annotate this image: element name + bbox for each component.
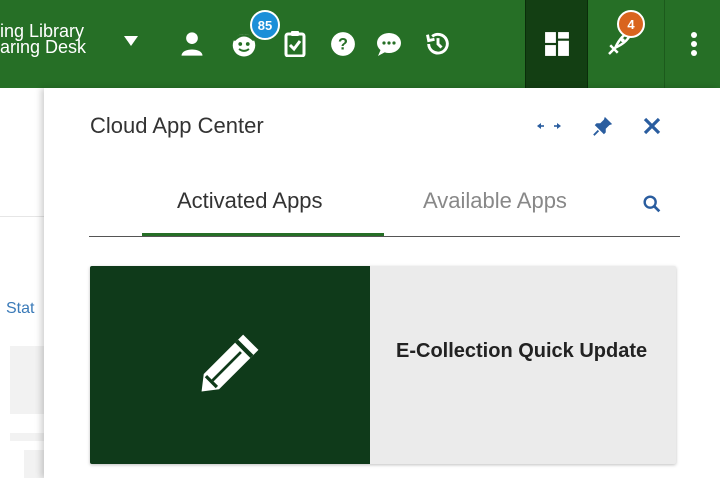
- app-card[interactable]: E-Collection Quick Update: [90, 266, 676, 464]
- cloud-app-center-panel: Cloud App Center Activated Apps Availabl…: [44, 88, 720, 478]
- top-bar: ing Library aring Desk 85 ? 4: [0, 0, 720, 88]
- close-icon[interactable]: [638, 112, 666, 140]
- pin-icon[interactable]: [589, 112, 617, 140]
- layout-icon: [539, 26, 575, 62]
- tab-activated-apps[interactable]: Activated Apps: [177, 188, 323, 214]
- panel-title: Cloud App Center: [90, 113, 264, 138]
- history-icon[interactable]: [420, 26, 456, 62]
- app-thumbnail: [90, 266, 370, 464]
- tab-available-apps[interactable]: Available Apps: [423, 188, 567, 214]
- notifications-badge: 4: [617, 10, 645, 38]
- tasks-badge: 85: [250, 10, 280, 40]
- svg-text:?: ?: [338, 35, 348, 53]
- divider: [0, 216, 48, 217]
- chat-icon[interactable]: [371, 26, 407, 62]
- desk-name: aring Desk: [0, 37, 87, 57]
- layout-button[interactable]: [525, 0, 588, 88]
- help-icon[interactable]: ?: [325, 26, 361, 62]
- separator: [664, 0, 665, 88]
- clipboard-check-icon[interactable]: [277, 26, 313, 62]
- user-icon[interactable]: [174, 26, 210, 62]
- expand-icon[interactable]: [535, 112, 563, 140]
- status-link[interactable]: Stat: [6, 300, 34, 318]
- institution-switcher[interactable]: ing Library aring Desk: [0, 22, 87, 57]
- background-page: Stat: [0, 88, 54, 478]
- app-title: E-Collection Quick Update: [396, 340, 648, 362]
- kebab-menu-icon[interactable]: [676, 26, 712, 62]
- search-icon[interactable]: [641, 193, 665, 217]
- tabs-divider: [89, 236, 680, 237]
- chevron-down-icon[interactable]: [124, 36, 138, 46]
- pencil-icon: [195, 328, 265, 403]
